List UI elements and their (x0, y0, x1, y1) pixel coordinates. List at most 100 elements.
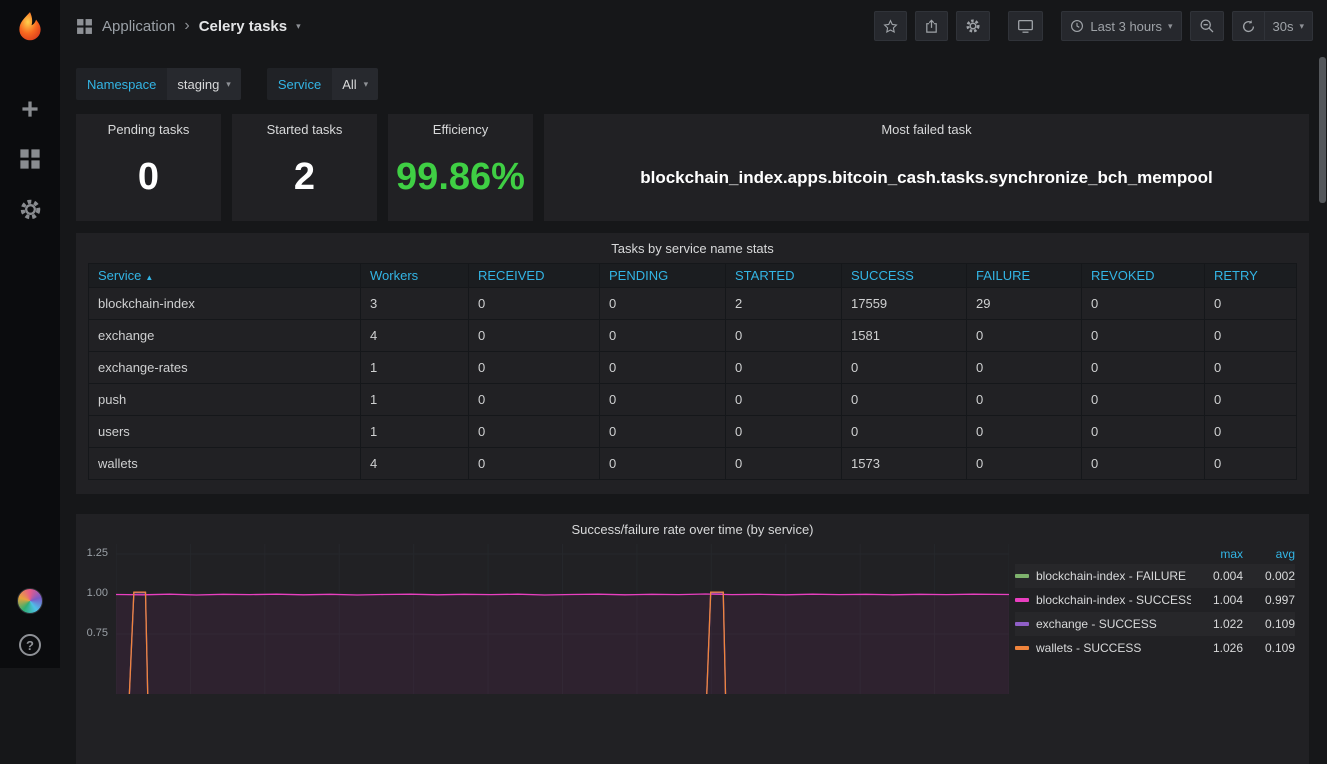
namespace-select[interactable]: staging ▾ (167, 68, 241, 100)
sidebar-menu (15, 94, 46, 225)
table-cell: 4 (360, 319, 469, 352)
table-cell: 0 (468, 351, 600, 384)
table-row: blockchain-index 3 0 0 2 17559 29 0 0 (88, 287, 1297, 320)
sidebar-dashboards-button[interactable] (15, 144, 45, 174)
breadcrumb: Application › Celery tasks ▾ (76, 17, 301, 35)
table-cell: 0 (599, 415, 726, 448)
series-max: 0.004 (1212, 569, 1243, 583)
tv-mode-icon (1018, 19, 1034, 33)
refresh-interval-picker[interactable]: 30s ▾ (1264, 11, 1313, 41)
breadcrumb-dashboard-title[interactable]: Celery tasks (199, 18, 287, 35)
series-avg: 0.109 (1264, 617, 1295, 631)
share-icon (926, 19, 938, 33)
panel-title[interactable]: Efficiency (388, 114, 533, 144)
panel-efficiency: Efficiency 99.86% (388, 114, 533, 221)
sidebar-create-button[interactable] (15, 94, 45, 124)
user-avatar[interactable] (13, 584, 47, 618)
chevron-down-icon[interactable]: ▾ (296, 21, 301, 32)
panel-started-tasks: Started tasks 2 (232, 114, 377, 221)
column-header[interactable]: REVOKED (1081, 263, 1205, 288)
tv-mode-button[interactable] (1008, 11, 1044, 41)
scrollbar[interactable] (1319, 57, 1326, 203)
y-tick-label: 0.75 (86, 627, 108, 639)
refresh-button[interactable] (1231, 11, 1265, 41)
sidebar-settings-button[interactable] (15, 194, 46, 225)
table-cell: 0 (468, 287, 600, 320)
panel-title[interactable]: Started tasks (232, 114, 377, 144)
time-range-picker[interactable]: Last 3 hours ▾ (1061, 11, 1182, 41)
legend-item[interactable]: wallets - SUCCESS 1.026 0.109 (1015, 636, 1295, 660)
table-cell: 0 (966, 415, 1082, 448)
legend-avg-header[interactable]: avg (1243, 547, 1295, 561)
service-select[interactable]: All ▾ (332, 68, 379, 100)
legend-max-header[interactable]: max (1191, 547, 1243, 561)
table-cell: 0 (725, 383, 842, 416)
series-name: wallets - SUCCESS (1036, 641, 1142, 655)
top-navbar: Application › Celery tasks ▾ Last 3 hour… (60, 0, 1327, 52)
series-color-swatch (1015, 646, 1029, 650)
series-avg: 0.109 (1264, 641, 1295, 655)
table-cell: 1581 (841, 319, 967, 352)
refresh-interval-label: 30s (1272, 18, 1294, 34)
table-row: push 1 0 0 0 0 0 0 0 (88, 383, 1297, 416)
table-cell: 0 (599, 351, 726, 384)
panel-title[interactable]: Success/failure rate over time (by servi… (76, 514, 1309, 544)
column-header[interactable]: FAILURE (966, 263, 1082, 288)
help-button[interactable]: ? (19, 634, 41, 656)
panel-title[interactable]: Pending tasks (76, 114, 221, 144)
series-avg: 0.997 (1264, 593, 1295, 607)
y-tick-label: 1.00 (86, 587, 108, 599)
breadcrumb-folder[interactable]: Application (102, 18, 175, 35)
table-cell: 0 (966, 319, 1082, 352)
column-header[interactable]: STARTED (725, 263, 842, 288)
table-cell: 2 (725, 287, 842, 320)
table-cell: 0 (1081, 351, 1205, 384)
column-header[interactable]: Service ▲ (88, 263, 361, 288)
chevron-down-icon: ▾ (1299, 20, 1304, 31)
column-header[interactable]: PENDING (599, 263, 726, 288)
column-header[interactable]: Workers (360, 263, 469, 288)
pending-tasks-value: 0 (137, 156, 160, 198)
y-axis: 1.25 1.00 0.75 (76, 544, 116, 694)
table-cell: 0 (599, 383, 726, 416)
refresh-group: 30s ▾ (1231, 11, 1313, 41)
share-dashboard-button[interactable] (915, 11, 949, 41)
panel-most-failed-task: Most failed task blockchain_index.apps.b… (544, 114, 1309, 221)
plot-area[interactable] (116, 544, 1009, 694)
table-cell: 0 (1081, 415, 1205, 448)
table-cell: 0 (966, 383, 1082, 416)
table-body: blockchain-index 3 0 0 2 17559 29 0 0 exchange 4 0 0… (88, 287, 1297, 480)
column-header[interactable]: RECEIVED (468, 263, 600, 288)
sort-asc-icon: ▲ (145, 273, 154, 282)
panel-title[interactable]: Tasks by service name stats (88, 233, 1297, 263)
table-cell: 0 (1204, 287, 1297, 320)
star-icon (883, 18, 899, 33)
zoom-out-button[interactable] (1189, 11, 1224, 41)
series-name: blockchain-index - SUCCESS (1036, 593, 1191, 607)
column-header[interactable]: SUCCESS (841, 263, 967, 288)
table-cell: 0 (725, 415, 842, 448)
time-range-label: Last 3 hours (1090, 18, 1162, 34)
table-cell: 0 (966, 351, 1082, 384)
chart-body: 1.25 1.00 0.75 max avg blockchain-index - … (76, 544, 1309, 694)
panel-title[interactable]: Most failed task (544, 114, 1309, 144)
table-cell: 0 (1081, 319, 1205, 352)
dashboard-settings-button[interactable] (956, 11, 991, 41)
panel-pending-tasks: Pending tasks 0 (76, 114, 221, 221)
namespace-variable: Namespace staging ▾ (76, 68, 241, 100)
star-dashboard-button[interactable] (874, 11, 908, 41)
legend-item[interactable]: exchange - SUCCESS 1.022 0.109 (1015, 612, 1295, 636)
column-header[interactable]: RETRY (1204, 263, 1297, 288)
table-cell: 0 (1204, 383, 1297, 416)
legend-rows: blockchain-index - FAILURE 0.004 0.002 bloc… (1015, 564, 1295, 660)
namespace-label: Namespace (76, 68, 168, 100)
grafana-logo[interactable] (13, 10, 47, 44)
table-cell: exchange-rates (88, 351, 361, 384)
service-label: Service (266, 68, 333, 100)
legend-item[interactable]: blockchain-index - FAILURE 0.004 0.002 (1015, 564, 1295, 588)
nav-actions: Last 3 hours ▾ 30s ▾ (866, 11, 1313, 41)
started-tasks-value: 2 (293, 156, 316, 198)
apps-grid-icon (77, 18, 92, 34)
legend-item[interactable]: blockchain-index - SUCCESS 1.004 0.997 (1015, 588, 1295, 612)
table-cell: users (88, 415, 361, 448)
